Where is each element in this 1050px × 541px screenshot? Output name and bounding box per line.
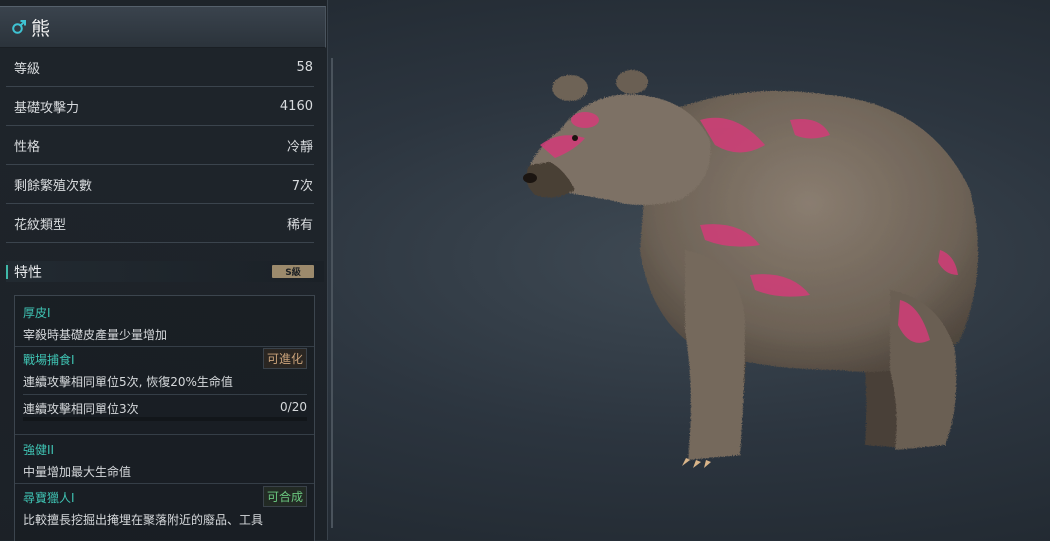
trait-divider	[15, 483, 314, 484]
progress-label: 連續攻擊相同單位3次	[23, 402, 139, 416]
stat-row-level: 等級 58	[6, 48, 314, 87]
traits-list[interactable]: 厚皮I 宰殺時基礎皮產量少量增加 戰場捕食I 連續攻擊相同單位5次, 恢復20%…	[14, 295, 315, 541]
creature-name: 熊	[31, 17, 52, 40]
trait-name: 厚皮I	[23, 306, 51, 320]
panel-scrollbar[interactable]	[331, 58, 333, 528]
trait-description: 宰殺時基礎皮產量少量增加	[23, 328, 168, 342]
trait-description: 連續攻擊相同單位5次, 恢復20%生命值	[23, 375, 233, 389]
trait-grade-badge: S級	[272, 265, 314, 278]
stat-label: 花紋類型	[14, 217, 67, 233]
stat-row-personality: 性格 冷靜	[6, 126, 314, 165]
trait-item-thick-hide[interactable]: 厚皮I 宰殺時基礎皮產量少量增加	[23, 304, 307, 343]
stat-value: 4160	[279, 98, 313, 114]
trait-item-treasure-hunter[interactable]: 尋寶獵人I 比較擅長挖掘出掩埋在聚落附近的廢品、工具 可合成	[23, 486, 307, 528]
section-accent-bar	[6, 264, 8, 279]
stat-label: 等級	[14, 61, 41, 77]
stat-value: 冷靜	[286, 139, 313, 155]
trait-name: 強健II	[23, 443, 55, 457]
combinable-tag: 可合成	[262, 486, 307, 507]
male-symbol-icon	[11, 19, 27, 35]
stat-row-breeding-left: 剩餘繁殖次數 7次	[6, 165, 314, 204]
evolution-progress-bar	[23, 417, 307, 421]
stat-label: 剩餘繁殖次數	[14, 178, 93, 194]
stat-label: 性格	[14, 139, 41, 155]
stat-value: 58	[296, 59, 313, 75]
stat-value: 稀有	[286, 217, 313, 233]
trait-description: 比較擅長挖掘出掩埋在聚落附近的廢品、工具	[23, 513, 264, 527]
stat-label: 基礎攻擊力	[14, 100, 80, 116]
trait-divider	[15, 346, 314, 347]
traits-section-title: 特性	[14, 264, 42, 281]
trait-description: 中量增加最大生命值	[23, 465, 132, 479]
evolution-progress-row: 連續攻擊相同單位3次 0/20	[23, 400, 307, 417]
bear-model-image	[500, 50, 1000, 480]
trait-divider	[23, 394, 307, 395]
traits-section-header: 特性 S級	[6, 261, 324, 282]
evolvable-tag: 可進化	[262, 348, 307, 369]
stat-row-base-attack: 基礎攻擊力 4160	[6, 87, 314, 126]
trait-item-battlefield-predation[interactable]: 戰場捕食I 連續攻擊相同單位5次, 恢復20%生命值 可進化	[23, 348, 307, 390]
stat-value: 7次	[291, 178, 313, 194]
progress-count: 0/20	[280, 400, 307, 414]
stats-list: 等級 58 基礎攻擊力 4160 性格 冷靜 剩餘繁殖次數 7次 花紋類型 稀有	[6, 48, 314, 243]
creature-title-bar: 熊	[0, 6, 326, 48]
trait-divider	[15, 434, 314, 435]
stat-row-pattern-type: 花紋類型 稀有	[6, 204, 314, 243]
creature-info-panel: 熊 等級 58 基礎攻擊力 4160 性格 冷靜 剩餘繁殖次數 7次 花紋類型 …	[0, 0, 328, 541]
trait-item-sturdy[interactable]: 強健II 中量增加最大生命值	[23, 441, 307, 480]
